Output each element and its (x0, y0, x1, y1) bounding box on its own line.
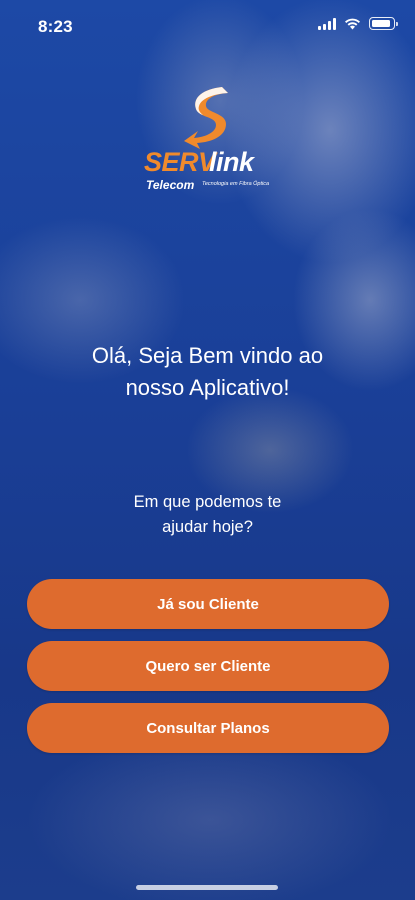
status-time: 8:23 (38, 17, 73, 36)
s-arrow-logo-icon (184, 87, 228, 149)
wifi-icon (345, 18, 360, 30)
welcome-line-1: Olá, Seja Bem vindo ao (91, 343, 324, 368)
question-line-1: Em que podemos te (133, 493, 282, 511)
welcome-heading: Olá, Seja Bem vindo ao nosso Aplicativo! (0, 340, 415, 404)
become-client-button[interactable]: Quero ser Cliente (27, 641, 389, 691)
logo-brand-link: link (209, 147, 254, 177)
signal-icon (318, 17, 336, 30)
logo-sub-brand: Telecom (146, 178, 195, 192)
logo-tagline: Tecnologia em Fibra Óptica (202, 181, 270, 187)
question-line-2: ajudar hoje? (162, 518, 253, 536)
help-question: Em que podemos te ajudar hoje? (0, 490, 415, 540)
home-indicator[interactable] (136, 885, 278, 890)
status-bar: 8:23 (0, 0, 415, 50)
welcome-screen: 8:23 SERV link Telecom Tecnologia em Fib… (0, 0, 415, 900)
status-icons (318, 17, 398, 30)
servlink-logo: SERV link Telecom Tecnologia em Fibra Óp… (140, 85, 275, 200)
logo-brand-serv: SERV (144, 147, 216, 177)
battery-icon (369, 17, 398, 30)
welcome-line-2: nosso Aplicativo! (125, 375, 290, 400)
existing-client-button[interactable]: Já sou Cliente (27, 579, 389, 629)
check-plans-button[interactable]: Consultar Planos (27, 703, 389, 753)
